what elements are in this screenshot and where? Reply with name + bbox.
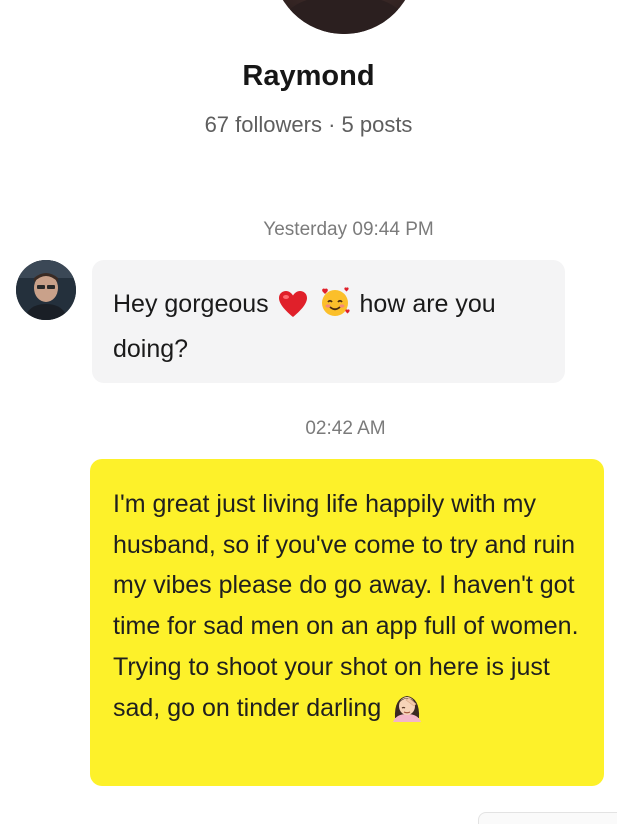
woman-facepalming-emoji-icon — [390, 690, 424, 735]
bottom-edge-panel — [478, 812, 617, 824]
smiling-face-with-hearts-emoji-icon — [319, 286, 351, 330]
sender-avatar[interactable] — [16, 260, 76, 320]
person-photo-icon — [282, 0, 406, 34]
outgoing-message-bubble[interactable]: I'm great just living life happily with … — [90, 459, 604, 786]
profile-avatar[interactable] — [272, 0, 416, 34]
incoming-message-bubble[interactable]: Hey gorgeous how are you doing? — [92, 260, 565, 383]
message-text: Hey gorgeous — [113, 290, 269, 318]
timestamp: 02:42 AM — [305, 418, 386, 439]
profile-name: Raymond — [242, 60, 375, 92]
profile-stats: 67 followers · 5 posts — [204, 112, 413, 137]
timestamp: Yesterday 09:44 PM — [263, 219, 434, 240]
message-text: I'm great just living life happily with … — [113, 490, 579, 722]
red-heart-emoji-icon — [278, 290, 308, 330]
person-photo-icon — [16, 260, 76, 320]
